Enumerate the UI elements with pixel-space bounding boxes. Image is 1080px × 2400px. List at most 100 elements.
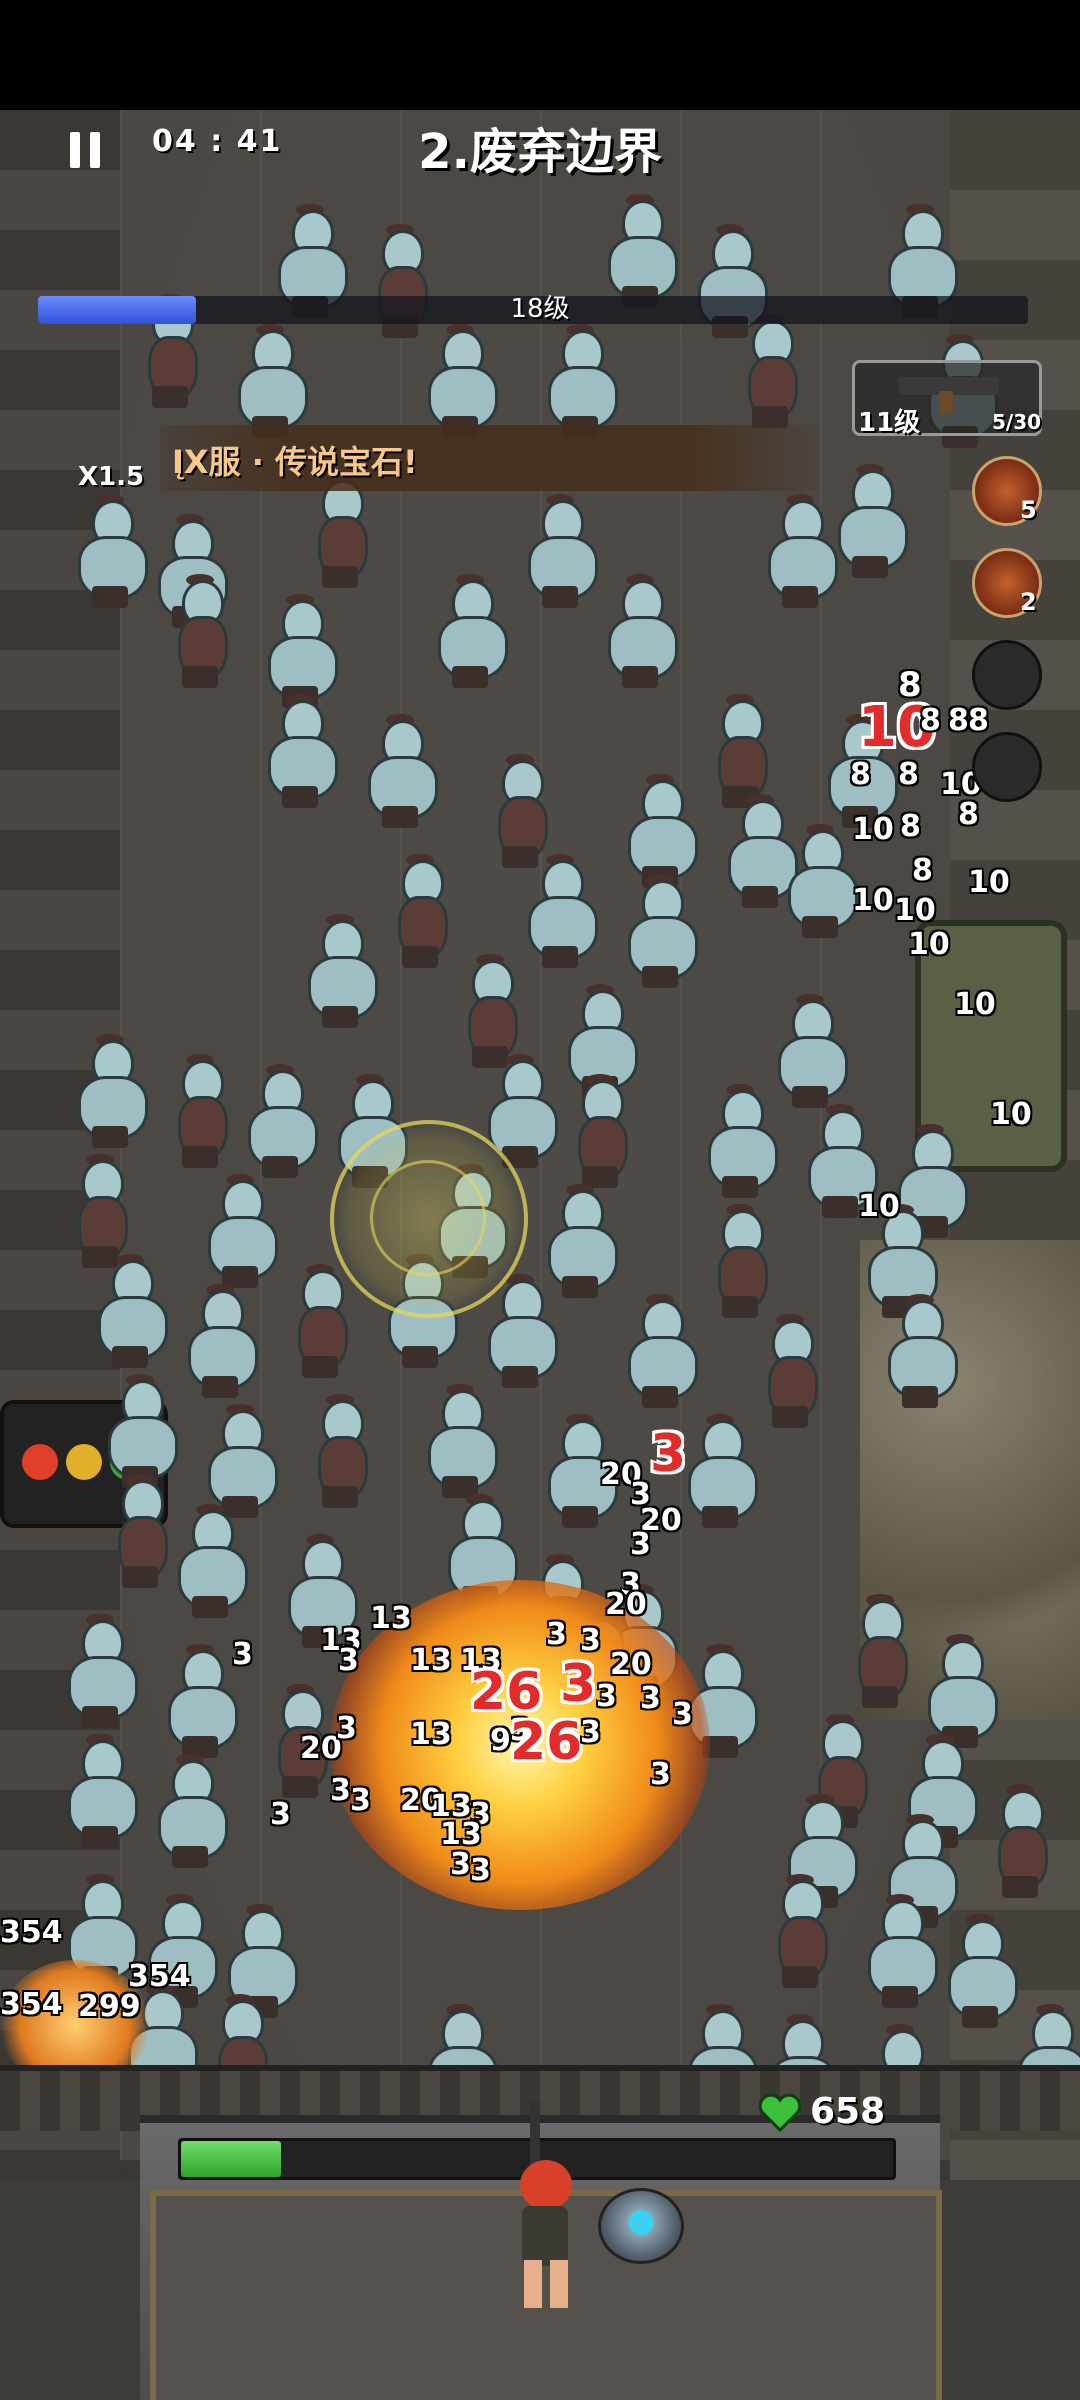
- zombie-sprite: [600, 574, 680, 690]
- player-character: [500, 2100, 590, 2310]
- zombie-sprite: [730, 314, 810, 430]
- zombie-legs: [262, 1156, 298, 1178]
- damage-number: 10: [852, 812, 894, 847]
- hero-torso: [522, 2206, 568, 2266]
- zombie-sprite: [100, 1474, 180, 1590]
- damage-number: 3: [630, 1527, 651, 1562]
- zombie-legs: [772, 1406, 808, 1428]
- zombie-sprite: [360, 714, 440, 830]
- zombie-legs: [502, 1366, 538, 1388]
- zombie-sprite: [300, 474, 380, 590]
- damage-number: 354: [128, 1959, 191, 1994]
- damage-number: 3: [470, 1853, 491, 1888]
- zombie-sprite: [830, 464, 910, 580]
- zombie-sprite: [430, 574, 510, 690]
- zombie-sprite: [60, 1734, 140, 1850]
- speed-multiplier[interactable]: X1.5: [78, 462, 144, 492]
- zombie-sprite: [620, 1294, 700, 1410]
- zombie-sprite: [230, 324, 310, 440]
- zombie-legs: [122, 1566, 158, 1588]
- damage-number: 3: [650, 1424, 687, 1484]
- rifle-icon: [899, 377, 999, 413]
- damage-number: 10: [908, 927, 950, 962]
- zombie-legs: [92, 1126, 128, 1148]
- zombie-sprite: [560, 1074, 640, 1190]
- aim-reticle-inner: [370, 1160, 486, 1276]
- zombie-sprite: [70, 494, 150, 610]
- base-left-tower: [0, 2180, 140, 2400]
- game-screen: 8 10 8 8 8 8 10 8 8 10 8 10 10 8 10 10 10 10 10 3 20 3 20 3 13 3 2…: [0, 0, 1080, 2400]
- zombie-legs: [322, 1006, 358, 1028]
- announcement-text: ĮX服 · 传说宝石!: [172, 443, 418, 481]
- damage-number: 8: [912, 853, 933, 888]
- zombie-legs: [802, 916, 838, 938]
- damage-number: 3: [232, 1637, 253, 1672]
- zombie-legs: [112, 1346, 148, 1368]
- damage-number: 3: [596, 1679, 617, 1714]
- damage-number: 3: [350, 1783, 371, 1818]
- skill-1-count: 5: [1020, 496, 1037, 524]
- zombie-sprite: [150, 1754, 230, 1870]
- zombie-sprite: [260, 694, 340, 810]
- damage-number: 13: [370, 1601, 412, 1636]
- zombie-sprite: [980, 1784, 1060, 1900]
- zombie-legs: [282, 786, 318, 808]
- damage-number: 20: [605, 1587, 647, 1622]
- zombie-legs: [962, 2006, 998, 2028]
- damage-number: 10: [852, 883, 894, 918]
- hero-leg: [550, 2260, 568, 2308]
- base-right-tower: [940, 2180, 1080, 2400]
- skill-2-count: 2: [1020, 588, 1037, 616]
- zombie-sprite: [300, 914, 380, 1030]
- damage-number: 8: [850, 757, 871, 792]
- zombie-legs: [172, 1846, 208, 1868]
- zombie-legs: [282, 1776, 318, 1798]
- zombie-sprite: [860, 1894, 940, 2010]
- zombie-legs: [722, 1296, 758, 1318]
- damage-number: 3: [546, 1617, 567, 1652]
- base-hp-fill: [181, 2141, 281, 2177]
- damage-number: 354: [0, 1987, 63, 2022]
- zombie-legs: [322, 566, 358, 588]
- skill-slot-3[interactable]: [972, 640, 1042, 710]
- zombie-legs: [152, 386, 188, 408]
- zombie-sprite: [200, 1174, 280, 1290]
- yellow-light-icon: [66, 1444, 102, 1480]
- damage-number: 13: [440, 1817, 482, 1852]
- damage-number: 8: [920, 703, 941, 738]
- zombie-sprite: [700, 694, 780, 810]
- zombie-legs: [792, 1086, 828, 1108]
- zombie-sprite: [380, 854, 460, 970]
- zombie-legs: [182, 1146, 218, 1168]
- zombie-sprite: [880, 1294, 960, 1410]
- zombie-sprite: [480, 754, 560, 870]
- damage-number: 8: [900, 809, 921, 844]
- damage-number: 3: [450, 1847, 471, 1882]
- zombie-legs: [92, 586, 128, 608]
- zombie-sprite: [520, 854, 600, 970]
- damage-number: 3: [336, 1711, 357, 1746]
- drone-companion-icon: [598, 2188, 684, 2264]
- zombie-sprite: [240, 1064, 320, 1180]
- zombie-legs: [402, 946, 438, 968]
- zombie-legs: [192, 1596, 228, 1618]
- damage-number: 3: [650, 1757, 671, 1792]
- zombie-legs: [642, 966, 678, 988]
- zombie-sprite: [60, 1614, 140, 1730]
- zombie-sprite: [750, 1314, 830, 1430]
- zombie-sprite: [620, 874, 700, 990]
- zombie-legs: [702, 1506, 738, 1528]
- zombie-legs: [302, 1356, 338, 1378]
- zombie-sprite: [770, 994, 850, 1110]
- zombie-sprite: [160, 574, 240, 690]
- zombie-sprite: [300, 1394, 380, 1510]
- zombie-legs: [852, 556, 888, 578]
- damage-number: 13: [410, 1643, 452, 1678]
- zombie-sprite: [700, 1204, 780, 1320]
- zombie-legs: [782, 586, 818, 608]
- skill-slot-4[interactable]: [972, 732, 1042, 802]
- damage-number: 10: [894, 893, 936, 928]
- zombie-sprite: [760, 494, 840, 610]
- weapon-ammo: 5/30: [992, 410, 1042, 434]
- damage-number: 3: [270, 1797, 291, 1832]
